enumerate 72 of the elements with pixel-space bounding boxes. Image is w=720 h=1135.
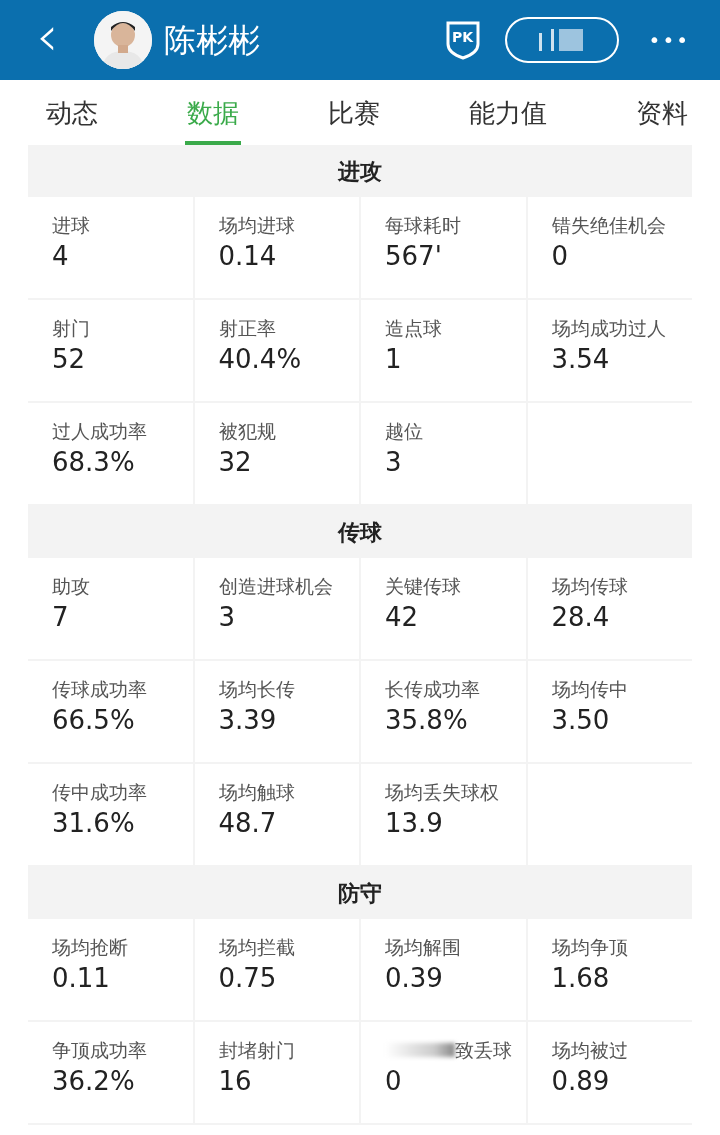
stat-value: 42 — [385, 600, 420, 634]
back-button[interactable]: ‹ — [36, 8, 59, 72]
stat-value: 0 — [385, 1064, 403, 1098]
stat-label: 场均触球 — [218, 780, 295, 805]
stat-value: 0 — [551, 239, 570, 273]
stat-label: 场均进球 — [218, 213, 295, 238]
section-title: 防守 — [338, 879, 382, 908]
stat-value: 48.7 — [218, 806, 278, 840]
stat-value: 68.3% — [52, 445, 136, 479]
stat-label: 封堵射门 — [218, 1038, 295, 1063]
stat-value: 0.39 — [385, 961, 444, 995]
tab[interactable]: 比赛 — [326, 84, 382, 145]
stat-value: 52 — [52, 342, 87, 376]
stat-label: 传球成功率 — [52, 677, 147, 702]
stat-value: 13.9 — [385, 806, 444, 840]
stat-label: 过人成功率 — [52, 419, 147, 444]
stat-value: 66.5% — [52, 703, 136, 737]
stat-value: 36.2% — [52, 1064, 136, 1098]
stat-label: 创造进球机会 — [218, 574, 333, 599]
stat-value: 3.54 — [551, 342, 611, 376]
stat-label: 关键传球 — [385, 574, 461, 599]
stat-value: 4 — [52, 239, 70, 273]
stat-label: 长传成功率 — [385, 677, 480, 702]
stat-value: 3 — [385, 445, 403, 479]
stat-value: 31.6% — [52, 806, 136, 840]
stat-value: 0.89 — [551, 1064, 611, 1098]
stat-value: 35.8% — [385, 703, 469, 737]
stat-value: 40.4% — [218, 342, 303, 376]
stat-label: 场均传中 — [551, 677, 628, 702]
stat-label: 射门 — [52, 316, 90, 341]
more-button[interactable]: ••• — [642, 24, 696, 56]
stat-value: 32 — [218, 445, 253, 479]
stat-label: 造点球 — [385, 316, 442, 341]
tab[interactable]: 资料 — [634, 84, 690, 145]
stat-label: 争顶成功率 — [52, 1038, 147, 1063]
stat-value: 28.4 — [551, 600, 611, 634]
stat-label: 场均被过 — [551, 1038, 628, 1063]
stat-label: 场均争顶 — [551, 935, 628, 960]
pk-button[interactable]: PK — [444, 20, 481, 60]
stat-value: 3.50 — [551, 703, 611, 737]
player-name: 陈彬彬 — [164, 20, 261, 61]
tab[interactable]: 动态 — [44, 84, 100, 145]
blurred-button[interactable] — [504, 17, 619, 63]
section-title: 进攻 — [338, 157, 382, 186]
stat-label: 助攻 — [52, 574, 90, 599]
stat-value: 16 — [218, 1064, 253, 1098]
stat-label: 场均丢失球权 — [385, 780, 499, 805]
stat-value: 567' — [385, 239, 443, 273]
tab[interactable]: 能力值 — [467, 84, 549, 145]
stat-value: 7 — [52, 600, 70, 634]
stat-label: 场均抢断 — [52, 935, 128, 960]
stat-label: 错失绝佳机会 — [551, 213, 666, 238]
section-title: 传球 — [338, 518, 382, 547]
stat-label: 场均长传 — [218, 677, 295, 702]
stat-label: 越位 — [385, 419, 423, 444]
stat-value: 0.11 — [52, 961, 111, 995]
stat-label: 场均成功过人 — [551, 316, 666, 341]
stat-label: 场均传球 — [551, 574, 628, 599]
stat-label: 进球 — [52, 213, 90, 238]
stat-label: 场均拦截 — [218, 935, 295, 960]
stat-label: 场均解围 — [385, 935, 461, 960]
stat-label: 射正率 — [218, 316, 276, 341]
stat-label: 传中成功率 — [52, 780, 147, 805]
stat-value: 3.39 — [218, 703, 278, 737]
stat-value: 1.68 — [551, 961, 611, 995]
stat-label: 每球耗时 — [385, 213, 461, 238]
stat-value: 1 — [385, 342, 403, 376]
stat-label: 致丢球 — [455, 1038, 512, 1063]
stat-value: 0.14 — [218, 239, 278, 273]
stat-value: 0.75 — [218, 961, 278, 995]
stat-value: 3 — [218, 600, 237, 634]
stat-label: 被犯规 — [218, 419, 276, 444]
